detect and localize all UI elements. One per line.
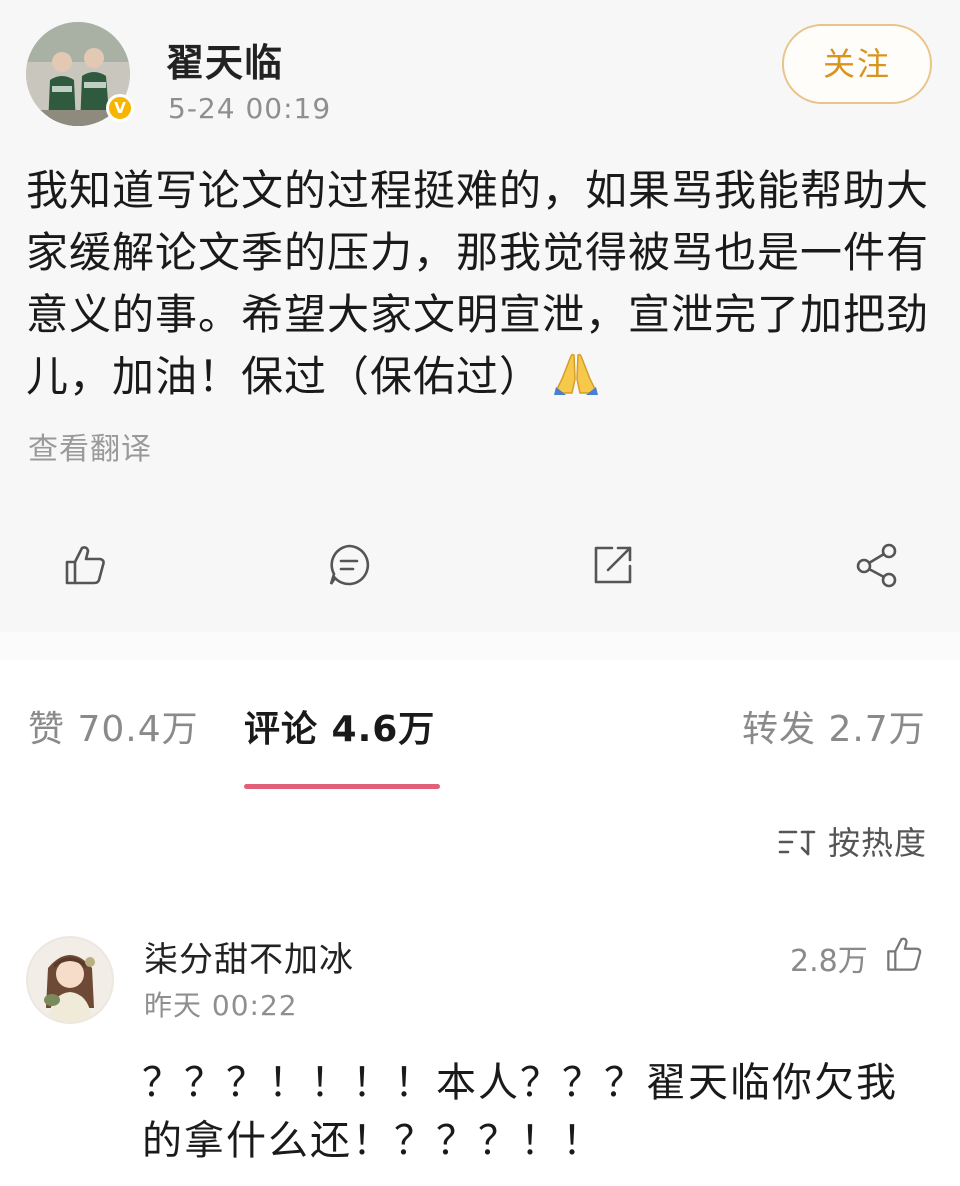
post-body: 我知道写论文的过程挺难的，如果骂我能帮助大家缓解论文季的压力，那我觉得被骂也是一… — [26, 160, 941, 414]
comment-icon[interactable] — [326, 542, 372, 588]
reposts-tab[interactable]: 转发 2.7万 — [742, 700, 926, 752]
pray-emoji-icon — [552, 349, 600, 414]
sort-label: 按热度 — [828, 824, 928, 862]
sort-by-hot-button[interactable]: 按热度 — [776, 818, 927, 864]
verified-badge-icon: V — [106, 94, 134, 122]
commenter-name[interactable]: 柒分甜不加冰 — [144, 932, 354, 981]
likes-tab[interactable]: 赞 70.4万 — [28, 700, 199, 752]
like-icon[interactable] — [62, 542, 108, 588]
post-text: 我知道写论文的过程挺难的，如果骂我能帮助大家缓解论文季的压力，那我觉得被骂也是一… — [26, 166, 930, 401]
post-card: V 翟天临 5-24 00:19 关注 我知道写论文的过程挺难的，如果骂我能帮助… — [0, 0, 960, 632]
comment-like-count: 2.8万 — [790, 944, 868, 979]
follow-button[interactable]: 关注 — [782, 24, 932, 104]
section-divider — [0, 632, 960, 660]
author-name[interactable]: 翟天临 — [166, 32, 283, 87]
share-icon[interactable] — [854, 542, 900, 588]
post-timestamp: 5-24 00:19 — [168, 92, 332, 125]
sort-icon — [776, 824, 818, 860]
repost-icon[interactable] — [590, 542, 636, 588]
translate-link[interactable]: 查看翻译 — [28, 424, 152, 468]
comments-tab[interactable]: 评论 4.6万 — [244, 700, 435, 752]
comment-like-icon[interactable] — [884, 934, 924, 974]
comment-time: 昨天 00:22 — [144, 989, 298, 1022]
commenter-avatar[interactable] — [26, 936, 114, 1024]
comment-text: ？？？！！！！本人？？？翟天临你欠我的拿什么还！？？？！！ — [142, 1060, 898, 1164]
active-tab-indicator — [244, 784, 440, 789]
